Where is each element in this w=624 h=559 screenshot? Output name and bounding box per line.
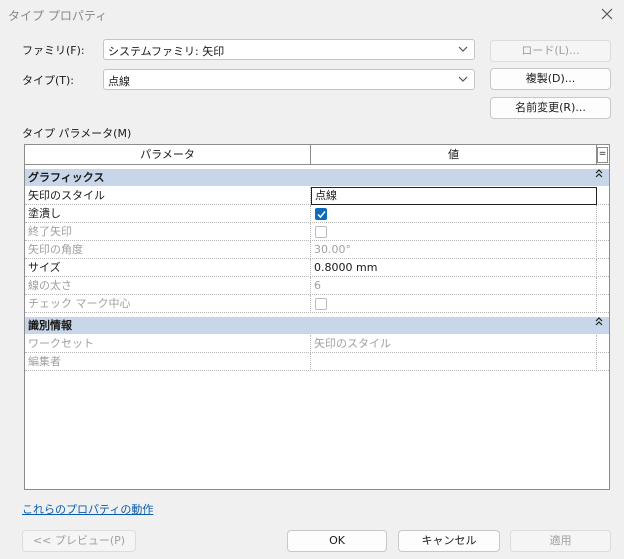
- param-name: チェック マーク中心: [25, 295, 311, 313]
- param-value-cell: [311, 205, 597, 223]
- family-dropdown[interactable]: システムファミリ: 矢印: [103, 39, 475, 60]
- row-arrow-style[interactable]: 矢印のスタイル 点線: [25, 187, 609, 205]
- param-name: 終了矢印: [25, 223, 311, 241]
- param-value-cell: [311, 295, 597, 313]
- ok-button[interactable]: OK: [287, 530, 387, 552]
- sort-button[interactable]: =: [597, 147, 608, 163]
- preview-button[interactable]: << プレビュー(P): [22, 530, 136, 552]
- cancel-button[interactable]: キャンセル: [398, 530, 500, 552]
- type-dropdown[interactable]: 点線: [103, 69, 475, 90]
- row-workset: ワークセット 矢印のスタイル: [25, 335, 609, 353]
- collapse-icon[interactable]: [595, 169, 603, 186]
- grid-header: パラメータ 値 =: [25, 145, 609, 165]
- param-value: 矢印のスタイル: [311, 335, 597, 353]
- check-icon: [317, 211, 326, 219]
- load-button[interactable]: ロード(L)...: [490, 40, 611, 62]
- close-button[interactable]: [596, 3, 618, 25]
- close-icon: [601, 8, 613, 20]
- param-value[interactable]: 0.8000 mm: [311, 259, 597, 277]
- row-line-weight: 線の太さ 6: [25, 277, 609, 295]
- header-value[interactable]: 値: [311, 145, 597, 165]
- param-value: [311, 353, 597, 371]
- header-parameter[interactable]: パラメータ: [25, 145, 311, 165]
- group-graphics[interactable]: グラフィックス: [25, 169, 609, 186]
- row-end-arrow: 終了矢印: [25, 223, 609, 241]
- family-value: システムファミリ: 矢印: [108, 45, 225, 58]
- collapse-icon[interactable]: [595, 317, 603, 334]
- row-arrow-angle: 矢印の角度 30.00°: [25, 241, 609, 259]
- param-value: 6: [311, 277, 597, 295]
- chevron-down-icon: [458, 46, 468, 52]
- window-title: タイプ プロパティ: [8, 9, 108, 23]
- type-label: タイプ(T):: [22, 74, 75, 87]
- rename-button[interactable]: 名前変更(R)...: [490, 97, 611, 119]
- fill-checkbox[interactable]: [315, 208, 327, 220]
- title-bar: タイプ プロパティ: [0, 0, 624, 28]
- arrow-style-input[interactable]: 点線: [311, 187, 597, 205]
- param-name: 塗潰し: [25, 205, 311, 223]
- family-label: ファミリ(F):: [22, 44, 85, 57]
- parameter-grid[interactable]: パラメータ 値 = グラフィックス 矢印のスタイル 点線 塗潰し 終了矢印 矢印…: [24, 144, 610, 490]
- row-edited-by: 編集者: [25, 353, 609, 371]
- param-name: 編集者: [25, 353, 311, 371]
- param-value-cell: [311, 223, 597, 241]
- duplicate-button[interactable]: 複製(D)...: [490, 68, 611, 90]
- param-name: サイズ: [25, 259, 311, 277]
- type-parameters-label: タイプ パラメータ(M): [22, 127, 132, 140]
- row-tick-mark-centered: チェック マーク中心: [25, 295, 609, 313]
- properties-help-link[interactable]: これらのプロパティの動作: [22, 501, 153, 517]
- param-value: 30.00°: [311, 241, 597, 259]
- param-name: ワークセット: [25, 335, 311, 353]
- group-name: グラフィックス: [28, 171, 105, 184]
- param-name: 矢印のスタイル: [25, 187, 311, 205]
- tick-mark-checkbox: [315, 298, 327, 310]
- apply-button[interactable]: 適用: [510, 530, 611, 552]
- chevron-down-icon: [458, 76, 468, 82]
- type-value: 点線: [108, 75, 130, 88]
- row-size[interactable]: サイズ 0.8000 mm: [25, 259, 609, 277]
- group-identity-data[interactable]: 識別情報: [25, 317, 609, 334]
- param-name: 矢印の角度: [25, 241, 311, 259]
- group-name: 識別情報: [28, 319, 72, 332]
- param-name: 線の太さ: [25, 277, 311, 295]
- end-arrow-checkbox: [315, 226, 327, 238]
- row-fill[interactable]: 塗潰し: [25, 205, 609, 223]
